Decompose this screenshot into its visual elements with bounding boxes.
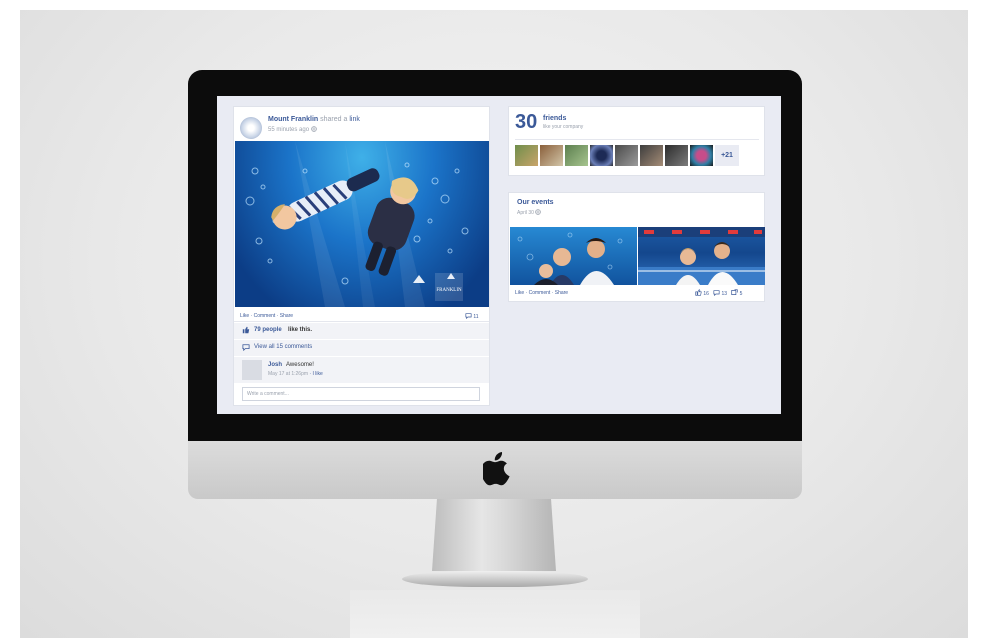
events-card: Our events April 30 Like · Comment · Sha… [508, 192, 765, 302]
svg-text:FRANKLIN: FRANKLIN [436, 288, 462, 293]
post-photo[interactable]: FRANKLIN [235, 141, 489, 307]
friend-avatar[interactable] [690, 145, 713, 166]
friend-avatar[interactable] [540, 145, 563, 166]
post-time[interactable]: 55 minutes ago [268, 127, 309, 133]
monitor-stand-base [402, 571, 588, 587]
comment-item: Josh Awesome! May 17 at 1:26pm · I like [234, 357, 489, 383]
thumbs-up-icon [242, 326, 250, 334]
event-actions[interactable]: Like · Comment · Share [515, 290, 568, 296]
monitor-stand [432, 499, 556, 571]
post-object-link[interactable]: link [349, 116, 360, 123]
friend-avatar[interactable] [665, 145, 688, 166]
event-scene [517, 232, 623, 285]
divider [515, 139, 759, 140]
underwater-scene: FRANKLIN [245, 141, 469, 307]
event-photo[interactable] [510, 227, 637, 285]
tennis-scene [638, 227, 765, 285]
comment-text: Awesome! [286, 362, 314, 368]
event-comments[interactable]: 13 [722, 291, 728, 297]
event-shares[interactable]: 5 [740, 291, 743, 297]
event-stats: 16 13 5 [695, 289, 742, 297]
commenter-avatar[interactable] [242, 360, 262, 380]
apple-logo-icon [483, 452, 510, 486]
commenter-name[interactable]: Josh [268, 362, 282, 368]
post-author-line: Mount Franklin shared a link [268, 116, 360, 123]
likes-count[interactable]: 79 people [254, 327, 282, 333]
comment-meta: May 17 at 1:26pm · I like [268, 371, 323, 377]
view-comments-row[interactable]: View all 15 comments [234, 340, 489, 356]
friend-avatar[interactable] [515, 145, 538, 166]
friend-avatar[interactable] [640, 145, 663, 166]
likes-row[interactable]: 79 people like this. [234, 323, 489, 339]
comment-like-link[interactable]: · I like [309, 371, 322, 377]
floor-reflection [350, 590, 640, 638]
comment-icon [242, 344, 250, 351]
more-friends-badge[interactable]: +21 [715, 145, 739, 166]
comment-count-value: 11 [473, 314, 479, 320]
friend-avatar[interactable] [565, 145, 588, 166]
post-actions[interactable]: Like · Comment · Share [240, 313, 293, 319]
friends-subtitle: like your company [543, 124, 584, 130]
divider [234, 321, 489, 322]
events-title[interactable]: Our events [517, 199, 554, 206]
view-all-comments-link[interactable]: View all 15 comments [254, 344, 312, 350]
comment-icon [713, 290, 720, 297]
page-avatar[interactable] [240, 117, 262, 139]
post-header: Mount Franklin shared a link 55 minutes … [240, 113, 480, 143]
events-date-line: April 30 [517, 209, 542, 216]
friends-count: 30 [515, 111, 538, 133]
event-photo[interactable] [638, 227, 765, 285]
post-action: shared a [320, 116, 348, 123]
events-date: April 30 [517, 210, 534, 216]
comment-count[interactable]: 11 [465, 313, 479, 320]
screen: Mount Franklin shared a link 55 minutes … [217, 96, 781, 414]
friends-label[interactable]: friends [543, 115, 566, 122]
comment-icon [465, 313, 472, 320]
friend-avatar[interactable] [590, 145, 613, 166]
globe-icon [310, 126, 317, 132]
friend-avatar[interactable] [615, 145, 638, 166]
event-likes[interactable]: 16 [703, 291, 709, 297]
globe-icon [535, 209, 542, 215]
post-card: Mount Franklin shared a link 55 minutes … [233, 106, 490, 406]
share-icon [731, 289, 738, 295]
friends-card: 30 friends like your company +21 [508, 106, 765, 176]
likes-suffix: like this. [288, 327, 313, 333]
post-author[interactable]: Mount Franklin [268, 116, 318, 123]
comment-time: May 17 at 1:26pm [268, 371, 309, 377]
thumbs-up-icon [695, 289, 702, 296]
post-time-line: 55 minutes ago [268, 126, 317, 133]
write-comment-input[interactable]: Write a comment... [242, 387, 480, 401]
